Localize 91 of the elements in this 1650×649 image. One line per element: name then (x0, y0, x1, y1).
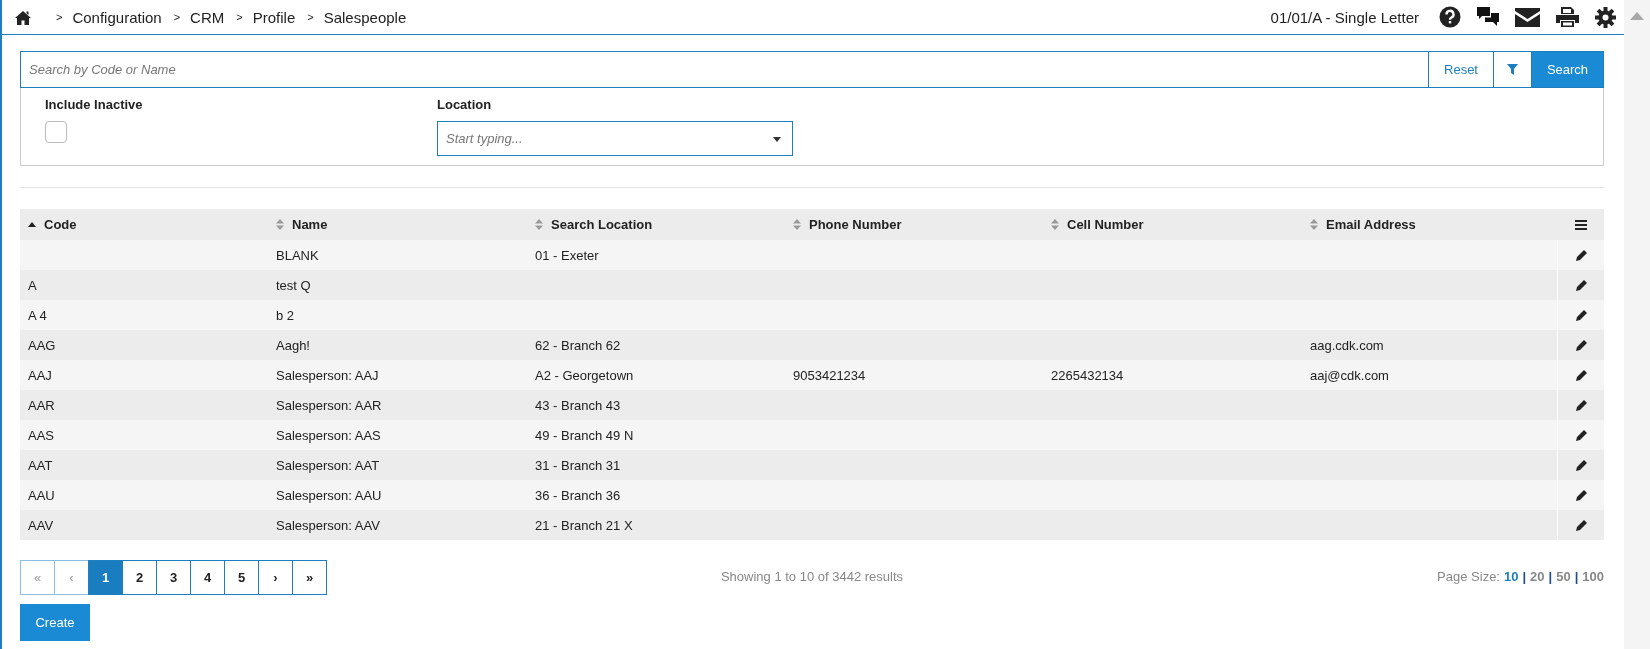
page-button[interactable]: 5 (224, 560, 259, 595)
pencil-icon[interactable] (1575, 279, 1587, 291)
filter-button[interactable] (1494, 51, 1532, 88)
table-cell: AAU (28, 487, 55, 503)
page-size-separator: | (1522, 569, 1527, 584)
menu-icon[interactable] (1574, 219, 1587, 230)
table-cell: AAV (28, 517, 54, 533)
page-size-separator: | (1548, 569, 1553, 584)
breadcrumb-separator: > (307, 11, 314, 23)
table-cell: AAR (28, 397, 55, 413)
table-cell: Salesperson: AAV (276, 517, 380, 533)
table-cell: Salesperson: AAJ (276, 367, 379, 383)
breadcrumb-separator: > (236, 11, 243, 23)
table-cell: Aagh! (276, 337, 310, 353)
pagination-nav-button[interactable]: › (258, 560, 293, 595)
page-button[interactable]: 1 (88, 560, 123, 595)
page-size-option[interactable]: 20 (1530, 569, 1545, 584)
table-cell: A2 - Georgetown (535, 367, 634, 383)
reset-button[interactable]: Reset (1429, 51, 1494, 88)
column-header[interactable]: Search Location (551, 217, 653, 232)
include-inactive-label: Include Inactive (45, 97, 144, 112)
table-cell: AAS (28, 427, 54, 443)
breadcrumb-separator: > (173, 11, 181, 23)
page-size-separator: | (1574, 569, 1579, 584)
settings-icon[interactable] (1595, 6, 1616, 28)
table-cell: 9053421234 (793, 367, 866, 383)
table-cell: aaj@cdk.com (1310, 367, 1389, 383)
table-cell: A (28, 277, 37, 293)
table-cell: A 4 (28, 307, 47, 323)
table-cell: 01 - Exeter (535, 247, 599, 263)
breadcrumb-link[interactable]: CRM (190, 8, 225, 26)
breadcrumb-link[interactable]: Salespeople (323, 8, 407, 26)
pencil-icon[interactable] (1575, 369, 1587, 381)
help-icon[interactable] (1439, 6, 1461, 28)
pencil-icon[interactable] (1575, 489, 1587, 501)
search-button[interactable]: Search (1532, 51, 1604, 88)
breadcrumb-link[interactable]: Profile (252, 8, 296, 26)
filter-icon (1507, 64, 1518, 75)
column-header[interactable]: Code (44, 217, 77, 232)
results-summary: Showing 1 to 10 of 3442 results (720, 568, 904, 584)
context-label: 01/01/A - Single Letter (1270, 8, 1419, 26)
page-size-label: Page Size: (1437, 569, 1500, 584)
pencil-icon[interactable] (1575, 309, 1587, 321)
breadcrumb-link[interactable]: Configuration (72, 8, 162, 26)
table-cell: AAG (28, 337, 56, 353)
table-cell: Salesperson: AAU (276, 487, 382, 503)
breadcrumb-separator: > (56, 11, 63, 23)
location-field[interactable]: Start typing... (437, 121, 793, 156)
create-button[interactable]: Create (20, 604, 90, 641)
page-size-option[interactable]: 10 (1503, 569, 1519, 584)
column-header[interactable]: Phone Number (809, 217, 902, 232)
table-cell: 36 - Branch 36 (535, 487, 621, 503)
chat-icon[interactable] (1477, 7, 1499, 27)
home-icon[interactable] (14, 9, 32, 25)
pencil-icon[interactable] (1575, 429, 1587, 441)
table-cell: aag.cdk.com (1310, 337, 1384, 353)
page-size-option[interactable]: 100 (1582, 569, 1604, 584)
pencil-icon[interactable] (1575, 459, 1587, 471)
page-button[interactable]: 2 (122, 560, 157, 595)
page-size-option[interactable]: 50 (1556, 569, 1571, 584)
table-cell: AAJ (28, 367, 52, 383)
table-cell: BLANK (276, 247, 319, 263)
print-icon[interactable] (1556, 7, 1579, 27)
caret-icon (773, 137, 781, 142)
pencil-icon[interactable] (1575, 339, 1587, 351)
scrollbar[interactable] (1624, 0, 1650, 649)
table-cell: Salesperson: AAS (276, 427, 381, 443)
table-cell: test Q (276, 277, 311, 293)
mail-icon[interactable] (1515, 7, 1540, 27)
table-cell: 49 - Branch 49 N (535, 427, 634, 443)
page-button[interactable]: 3 (156, 560, 191, 595)
table-cell: b 2 (276, 307, 295, 323)
table-cell: 2265432134 (1051, 367, 1124, 383)
pagination-nav-button[interactable]: » (292, 560, 327, 595)
column-header[interactable]: Email Address (1326, 217, 1416, 232)
search-field[interactable]: Search by Code or Name (20, 51, 1429, 88)
page-button[interactable]: 4 (190, 560, 225, 595)
table-cell: 43 - Branch 43 (535, 397, 621, 413)
pencil-icon[interactable] (1575, 399, 1587, 411)
pencil-icon[interactable] (1575, 519, 1587, 531)
table-cell: Salesperson: AAR (276, 397, 382, 413)
location-label: Location (437, 97, 493, 112)
column-header[interactable]: Cell Number (1067, 217, 1144, 232)
table-cell: 62 - Branch 62 (535, 337, 621, 353)
sort-ascending-icon[interactable] (28, 222, 36, 227)
pencil-icon[interactable] (1575, 249, 1587, 261)
table-cell: 21 - Branch 21 X (535, 517, 633, 533)
table-cell: AAT (28, 457, 53, 473)
table-cell: 31 - Branch 31 (535, 457, 621, 473)
column-header[interactable]: Name (292, 217, 328, 232)
table-cell: Salesperson: AAT (276, 457, 380, 473)
